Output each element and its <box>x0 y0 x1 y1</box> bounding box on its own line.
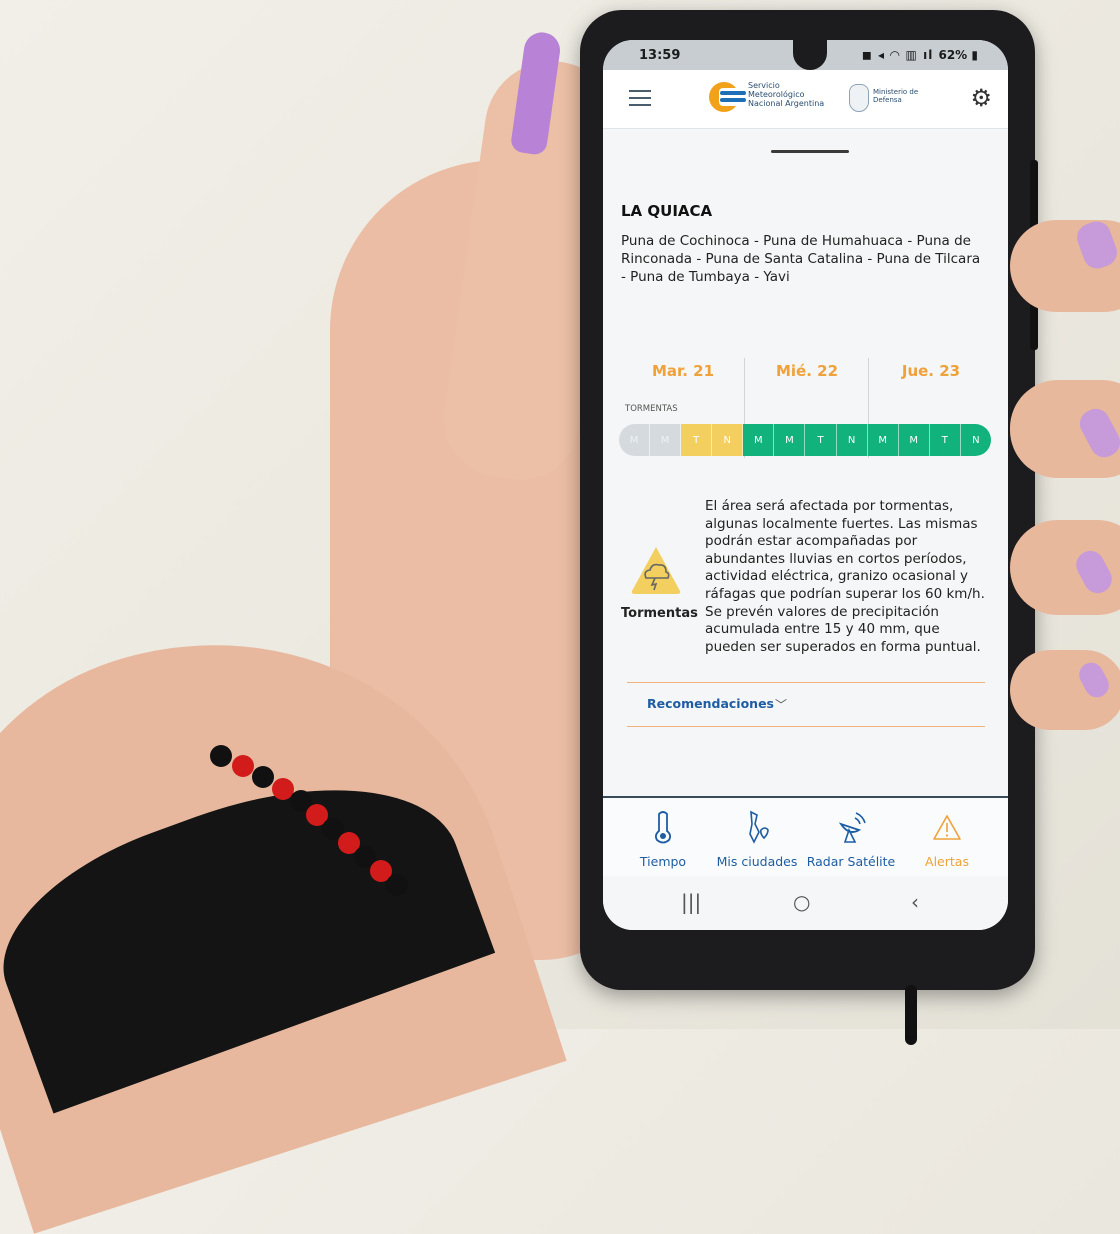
period-segment[interactable]: M <box>774 424 806 456</box>
nav-label: Radar Satélite <box>806 854 896 869</box>
smn-logo <box>709 82 743 112</box>
signal-icons: ◼ ◂ ◠ ▥ ıl <box>861 48 939 62</box>
battery-icon: ▮ <box>967 48 978 62</box>
back-button[interactable]: ‹ <box>911 890 919 914</box>
period-segment[interactable]: N <box>960 424 991 456</box>
nav-label: Alertas <box>925 854 969 869</box>
day-header: Mar. 21 <box>651 362 715 380</box>
system-navigation-bar: ||| ○ ‹ <box>603 876 1008 930</box>
satellite-icon <box>838 812 866 843</box>
risk-label: TORMENTAS <box>625 404 678 414</box>
chevron-down-icon[interactable]: ﹀ <box>775 696 787 713</box>
period-segment[interactable]: T <box>929 424 961 456</box>
app-bar: Servicio Meteorológico Nacional Argentin… <box>603 70 1008 129</box>
nav-label: Mis ciudades <box>716 854 798 869</box>
nav-radar-satelite[interactable]: Radar Satélite <box>801 798 901 878</box>
alert-level-bar: MMTNMMTNMMTN <box>619 424 991 456</box>
period-segment[interactable]: N <box>836 424 868 456</box>
divider <box>627 682 985 683</box>
recents-button[interactable]: ||| <box>681 890 701 914</box>
phone-side-button <box>1030 160 1038 230</box>
divider <box>627 726 985 727</box>
status-time: 13:59 <box>639 48 681 63</box>
phone-screen: 13:59 ◼ ◂ ◠ ▥ ıl 62% ▮ Servicio Meteorol… <box>603 40 1008 930</box>
nav-alertas[interactable]: Alertas <box>897 798 997 878</box>
nav-mis-ciudades[interactable]: Mis ciudades <box>707 798 807 878</box>
nav-tiempo[interactable]: Tiempo <box>613 798 713 878</box>
smn-logo-wave <box>720 98 746 102</box>
period-segment[interactable]: M <box>898 424 930 456</box>
thermometer-icon <box>654 811 672 844</box>
map-pin-icon <box>749 810 769 844</box>
battery-level: 62% <box>938 48 968 62</box>
status-icons: ◼ ◂ ◠ ▥ ıl 62% ▮ <box>862 48 978 62</box>
event-name: Tormentas <box>621 606 698 621</box>
nav-label: Tiempo <box>639 854 687 869</box>
ministry-logo-text: Ministerio de Defensa <box>873 88 919 104</box>
charging-cable <box>905 985 917 1045</box>
settings-gear-icon[interactable]: ⚙ <box>970 86 992 110</box>
zones-list: Puna de Cochinoca - Puna de Humahuaca - … <box>621 233 981 285</box>
menu-icon[interactable] <box>629 90 651 106</box>
ministry-seal-icon <box>849 84 869 112</box>
day-header: Jue. 23 <box>901 362 961 380</box>
smn-logo-wave <box>720 91 746 95</box>
home-button[interactable]: ○ <box>793 890 810 914</box>
storm-warning-icon <box>631 547 681 594</box>
location-title: LA QUIACA <box>621 202 713 220</box>
period-segment[interactable]: M <box>619 424 651 456</box>
period-segment[interactable]: T <box>681 424 713 456</box>
period-segment[interactable]: N <box>712 424 744 456</box>
bottom-navigation: Tiempo Mis ciudades Radar Satélite Alert… <box>603 796 1008 878</box>
smn-logo-text: Servicio Meteorológico Nacional Argentin… <box>748 81 825 108</box>
recommendations-toggle[interactable]: Recomendaciones <box>647 696 774 711</box>
period-segment[interactable]: M <box>743 424 775 456</box>
period-segment[interactable]: M <box>867 424 899 456</box>
warning-icon <box>933 815 961 840</box>
period-segment[interactable]: T <box>805 424 837 456</box>
sheet-drag-handle[interactable] <box>771 150 849 153</box>
day-header: Mié. 22 <box>775 362 839 380</box>
alert-description: El área será afectada por tormentas, alg… <box>705 498 985 655</box>
period-segment[interactable]: M <box>650 424 682 456</box>
